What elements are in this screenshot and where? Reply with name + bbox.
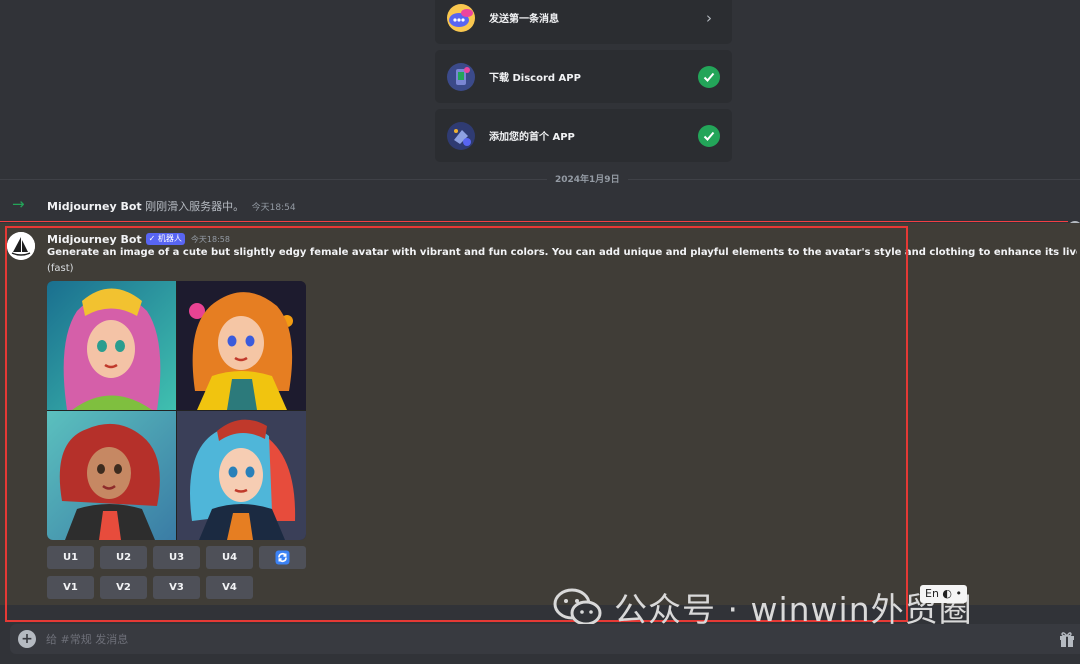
onboarding-label: 下载 Discord APP [489, 73, 581, 84]
onboarding-label: 发送第一条消息 [489, 14, 559, 25]
ime-label: En [925, 587, 939, 600]
date-divider-line [0, 179, 1080, 180]
upscale-button-row: U1 U2 U3 U4 [47, 546, 306, 569]
join-arrow-icon: → [12, 195, 25, 213]
onboarding-label: 添加您的首个 APP [489, 132, 575, 143]
generated-image-grid[interactable] [47, 281, 306, 540]
refresh-icon [275, 550, 290, 565]
add-attachment-icon[interactable]: + [18, 630, 36, 648]
prompt-text: Generate an image of a cute but slightly… [47, 247, 1077, 258]
date-separator: 2024年1月9日 [547, 172, 628, 185]
variation-button-2[interactable]: V2 [100, 576, 147, 599]
puzzle-app-icon [447, 121, 475, 150]
reroll-button[interactable] [259, 546, 306, 569]
join-author[interactable]: Midjourney Bot [47, 200, 142, 213]
avatar-image-1[interactable] [47, 281, 176, 410]
join-timestamp: 今天18:54 [251, 203, 296, 213]
onboarding-download-app[interactable]: 下载 Discord APP [435, 50, 732, 103]
wechat-logo-icon [553, 588, 602, 626]
bot-tag-badge: ✓ 机器人 [145, 233, 185, 245]
composer-placeholder: 给 #常规 发消息 [46, 633, 129, 646]
message-header: Midjourney Bot ✓ 机器人 今天18:58 [47, 232, 230, 246]
upscale-button-2[interactable]: U2 [100, 546, 147, 569]
onboarding-add-app[interactable]: 添加您的首个 APP [435, 109, 732, 162]
join-text: 刚刚滑入服务器中。 [145, 200, 245, 213]
variation-button-4[interactable]: V4 [206, 576, 253, 599]
ime-indicator[interactable]: En ◐ • [920, 585, 968, 603]
message-composer[interactable]: + 给 #常规 发消息 [10, 624, 1080, 654]
checkmark-icon [698, 65, 720, 88]
gift-icon[interactable] [1058, 630, 1076, 648]
avatar[interactable] [7, 232, 35, 260]
upscale-button-4[interactable]: U4 [206, 546, 253, 569]
chevron-right-icon: › [706, 8, 712, 27]
variation-button-3[interactable]: V3 [153, 576, 200, 599]
chat-bubble-icon [447, 3, 475, 32]
variation-button-row: V1 V2 V3 V4 [47, 576, 253, 599]
message-timestamp: 今天18:58 [190, 234, 230, 244]
sailboat-logo-icon [7, 232, 35, 260]
upscale-button-3[interactable]: U3 [153, 546, 200, 569]
upscale-button-1[interactable]: U1 [47, 546, 94, 569]
avatar-image-4[interactable] [177, 411, 306, 540]
message-author[interactable]: Midjourney Bot [47, 233, 142, 246]
variation-button-1[interactable]: V1 [47, 576, 94, 599]
checkmark-icon [698, 124, 720, 147]
avatar-image-2[interactable] [177, 281, 306, 410]
join-system-message: → Midjourney Bot 刚刚滑入服务器中。 今天18:54 [0, 195, 1080, 214]
onboarding-send-first-message[interactable]: 发送第一条消息 › [435, 0, 732, 44]
phone-app-icon [447, 62, 475, 91]
message-prompt: Generate an image of a cute but slightly… [47, 247, 1077, 258]
generation-mode: (fast) [47, 263, 74, 274]
new-messages-divider [0, 221, 1068, 222]
avatar-image-3[interactable] [47, 411, 176, 540]
